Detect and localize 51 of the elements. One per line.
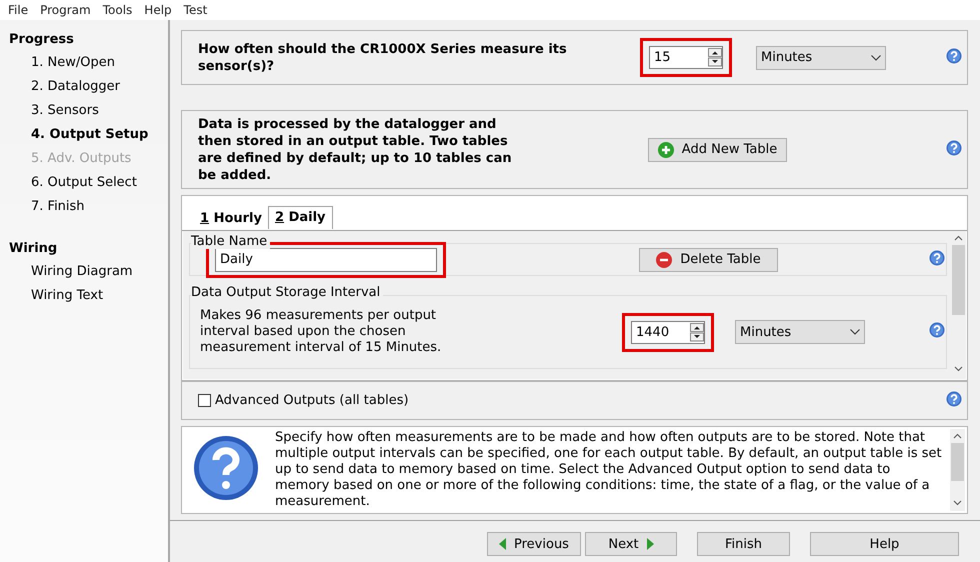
nav-item[interactable]: 2. Datalogger [31, 75, 168, 99]
question-text: How often should the CR1000X Series measure its sensor(s)? [198, 40, 568, 74]
units-dropdown[interactable]: Minutes [756, 46, 886, 70]
info-text: Data is processed by the datalogger and then stored in an output table. Two tables are defined by default; up to 10 tables can be added. [198, 116, 513, 184]
checkbox-label: Advanced Outputs (all tables) [215, 393, 409, 408]
tab[interactable]: 2 Daily [268, 206, 333, 229]
chevron-icon [850, 329, 860, 335]
plain-button[interactable]: Finish [697, 532, 790, 556]
scrollbar[interactable] [950, 429, 965, 511]
nav-item[interactable]: 4. Output Setup [31, 123, 168, 147]
help-icon[interactable] [946, 390, 962, 406]
menu-item[interactable]: Test [178, 3, 214, 17]
chevron-icon [871, 54, 881, 60]
spin-arrows-icon[interactable] [690, 322, 704, 342]
number-spinner[interactable]: 15 [649, 46, 723, 69]
section-title: Wiring [9, 241, 58, 256]
plain-button[interactable]: Help [810, 532, 959, 556]
help-icon[interactable] [946, 48, 962, 64]
right-arrow-icon [646, 538, 654, 550]
menu-item[interactable]: Help [138, 3, 178, 17]
help-icon[interactable] [929, 250, 945, 266]
next-button[interactable]: Next [585, 532, 677, 556]
nav-item[interactable]: 3. Sensors [31, 99, 168, 123]
add-table-button[interactable]: Add New Table [648, 138, 787, 162]
description-text: Makes 96 measurements per output interval based upon the chosen measurement interval of 15 Minutes. [200, 308, 442, 356]
plus-icon [658, 142, 674, 158]
delete-table-button[interactable]: Delete Table [639, 248, 778, 272]
help-text: Specify how often measurements are to be made and how often outputs are to be stored. Note that multiple output intervals can be specified, one for each output table. By default, an output table is set up to send data to memory based on time. Select the Advanced Output option to send data to memory based on one or more of the following conditions: time, the state of a flag, or the value of a measurement. [275, 430, 943, 511]
help-icon[interactable] [929, 322, 945, 338]
number-spinner[interactable]: 1440 [631, 320, 705, 344]
nav-item[interactable]: 7. Finish [31, 195, 168, 219]
group-label: Data Output Storage Interval [191, 286, 384, 300]
left-arrow-icon [499, 538, 506, 550]
group-label: Table Name [191, 235, 270, 249]
checkbox[interactable] [198, 394, 211, 407]
previous-button[interactable]: Previous [487, 532, 581, 556]
question-icon [193, 435, 259, 501]
nav-item[interactable]: Wiring Diagram [31, 260, 168, 284]
nav-item[interactable]: 6. Output Select [31, 171, 168, 195]
menu-item[interactable]: Program [34, 3, 97, 17]
units-dropdown[interactable]: Minutes [735, 320, 865, 344]
menu-item[interactable]: File [2, 3, 34, 17]
minus-icon [656, 252, 672, 268]
nav-item[interactable]: 1. New/Open [31, 51, 168, 75]
nav-item[interactable]: Wiring Text [31, 284, 168, 308]
tab[interactable]: 1 Hourly [194, 209, 268, 231]
help-icon[interactable] [946, 140, 962, 156]
spin-arrows-icon[interactable] [708, 48, 722, 67]
section-title: Progress [9, 32, 75, 47]
table-name-field[interactable]: Daily [215, 248, 437, 272]
menu-item[interactable]: Tools [96, 3, 138, 17]
